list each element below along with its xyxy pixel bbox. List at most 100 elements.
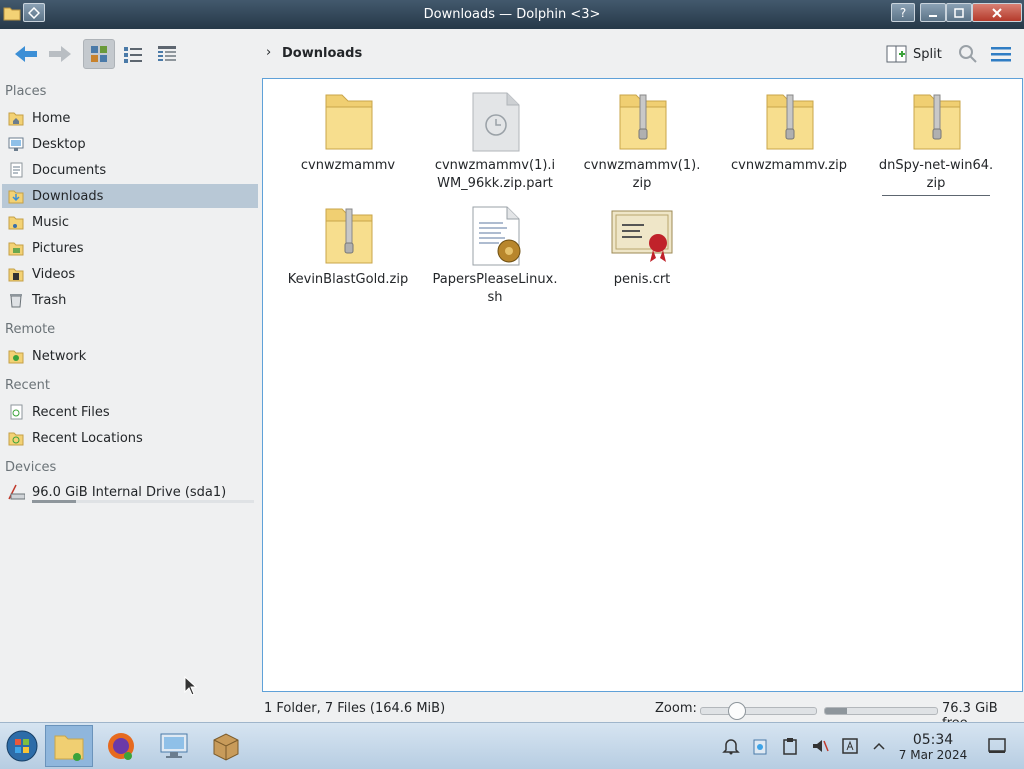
clock-time[interactable]: 05:34: [900, 732, 966, 748]
music-folder-icon: [7, 213, 25, 231]
sidebar-item-documents[interactable]: Documents: [2, 158, 258, 182]
zip-archive-icon: [316, 203, 380, 267]
toolbar: › Downloads Split: [0, 29, 1024, 79]
section-recent: Recent: [5, 378, 50, 393]
sidebar-item-pictures[interactable]: Pictures: [2, 236, 258, 260]
recent-locations-icon: [7, 429, 25, 447]
file-view[interactable]: cvnwzmammv cvnwzmammv(1).i WM_96kk.zip.p…: [262, 78, 1023, 692]
file-item[interactable]: KevinBlastGold.zip: [278, 203, 418, 289]
forward-arrow-icon: [49, 46, 71, 62]
certificate-icon: [610, 203, 674, 267]
sidebar-item-network[interactable]: Network: [2, 344, 258, 368]
package-box-icon: [213, 733, 239, 761]
file-item[interactable]: PapersPleaseLinux. sh: [425, 203, 565, 307]
hamburger-menu-icon: [991, 47, 1011, 62]
network-folder-icon: [7, 347, 25, 365]
clipboard-app-icon[interactable]: [750, 736, 770, 756]
firefox-icon: [108, 733, 134, 760]
chevron-up-icon[interactable]: [869, 736, 889, 756]
menu-button[interactable]: [985, 39, 1017, 69]
task-system-settings[interactable]: [150, 725, 198, 767]
window-title: Downloads — Dolphin <3>: [423, 7, 601, 22]
trash-icon: [7, 291, 25, 309]
back-button[interactable]: [10, 39, 42, 69]
sidebar-item-desktop[interactable]: Desktop: [2, 132, 258, 156]
clock-date[interactable]: 7 Mar 2024: [893, 748, 973, 762]
details-view-icon: [158, 46, 176, 61]
zip-archive-icon: [610, 89, 674, 153]
task-firefox[interactable]: [97, 725, 145, 767]
icons-view-button[interactable]: [83, 39, 115, 69]
status-bar: 1 Folder, 7 Files (164.6 MiB) Zoom: 76.3…: [0, 697, 1024, 731]
system-settings-icon: [160, 733, 188, 758]
shell-script-icon: [463, 203, 527, 267]
hover-underline: [882, 195, 990, 196]
home-folder-icon: [7, 109, 25, 127]
hard-drive-icon: [7, 483, 25, 501]
mouse-cursor-icon: [184, 675, 198, 700]
sidebar-item-trash[interactable]: Trash: [2, 288, 258, 312]
file-item[interactable]: cvnwzmammv: [278, 89, 418, 175]
back-arrow-icon: [15, 46, 37, 62]
recent-files-icon: [7, 403, 25, 421]
maximize-button[interactable]: [946, 3, 972, 22]
compact-view-icon: [124, 47, 142, 63]
zoom-slider-handle[interactable]: [727, 702, 746, 720]
start-orb-icon: [6, 730, 38, 762]
free-space-fill: [825, 708, 848, 714]
selection-summary: 1 Folder, 7 Files (164.6 MiB): [264, 701, 446, 716]
forward-button[interactable]: [44, 39, 76, 69]
details-view-button[interactable]: [151, 39, 183, 69]
partial-download-icon: [463, 89, 527, 153]
close-button[interactable]: [972, 3, 1022, 22]
help-button[interactable]: ?: [891, 3, 915, 22]
minimize-button[interactable]: [920, 3, 946, 22]
icons-view-icon: [91, 46, 107, 62]
title-bar[interactable]: Downloads — Dolphin <3> ?: [0, 0, 1024, 29]
videos-folder-icon: [7, 265, 25, 283]
keyboard-layout-icon[interactable]: [840, 736, 860, 756]
documents-icon: [7, 161, 25, 179]
sidebar-item-recent-files[interactable]: Recent Files: [2, 400, 258, 424]
zip-archive-icon: [757, 89, 821, 153]
folder-icon: [54, 735, 84, 761]
sidebar-item-videos[interactable]: Videos: [2, 262, 258, 286]
file-item[interactable]: cvnwzmammv(1).i WM_96kk.zip.part: [425, 89, 565, 193]
zoom-label: Zoom:: [655, 701, 697, 716]
breadcrumb-chevron-icon: ›: [266, 45, 272, 60]
file-item[interactable]: penis.crt: [572, 203, 712, 289]
drive-usage-fill: [32, 500, 77, 503]
desktop-icon: [7, 135, 25, 153]
places-panel: Places Home Desktop Documents Downloads …: [0, 79, 262, 719]
clipboard-icon[interactable]: [780, 736, 800, 756]
section-places: Places: [5, 84, 47, 99]
sidebar-item-downloads[interactable]: Downloads: [2, 184, 258, 208]
start-button[interactable]: [0, 725, 44, 767]
breadcrumb[interactable]: Downloads: [282, 46, 362, 61]
folder-icon: [316, 89, 380, 153]
file-item[interactable]: dnSpy-net-win64. zip: [866, 89, 1006, 196]
show-desktop-icon[interactable]: [987, 736, 1007, 756]
split-button[interactable]: Split: [886, 42, 942, 66]
zoom-slider[interactable]: [700, 702, 817, 720]
volume-muted-icon[interactable]: [810, 736, 830, 756]
split-label: Split: [913, 46, 942, 62]
sidebar-item-music[interactable]: Music: [2, 210, 258, 234]
file-item[interactable]: cvnwzmammv(1). zip: [572, 89, 712, 193]
search-icon: [959, 45, 977, 63]
drive-usage-bar: [32, 500, 254, 503]
free-space-bar: [824, 707, 938, 715]
task-dolphin[interactable]: [45, 725, 93, 767]
section-devices: Devices: [5, 460, 57, 475]
notifications-icon[interactable]: [721, 736, 741, 756]
search-button[interactable]: [952, 39, 984, 69]
compact-view-button[interactable]: [117, 39, 149, 69]
sidebar-item-recent-locations[interactable]: Recent Locations: [2, 426, 258, 450]
pictures-folder-icon: [7, 239, 25, 257]
sidebar-item-home[interactable]: Home: [2, 106, 258, 130]
task-package-manager[interactable]: [202, 725, 250, 767]
taskbar: 05:34 7 Mar 2024: [0, 722, 1024, 769]
downloads-folder-icon: [7, 187, 25, 205]
section-remote: Remote: [5, 322, 56, 337]
file-item[interactable]: cvnwzmammv.zip: [719, 89, 859, 175]
